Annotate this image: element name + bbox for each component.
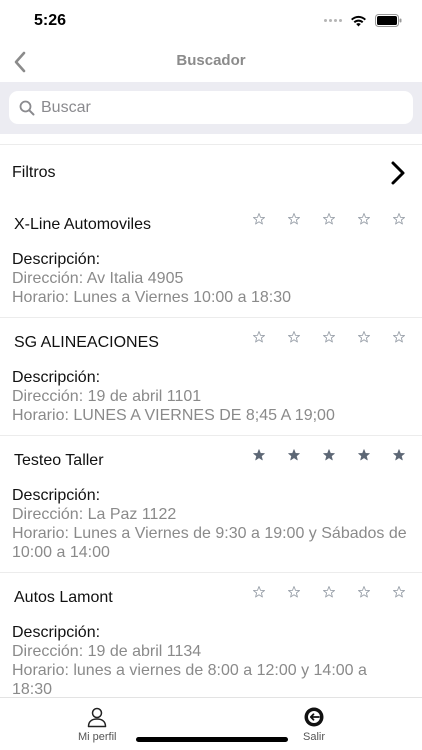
star-icon <box>288 449 300 461</box>
status-icons <box>324 14 402 27</box>
star-icon <box>288 213 300 225</box>
navigation-bar: Buscador <box>0 42 422 82</box>
star-icon <box>358 331 370 343</box>
filters-label: Filtros <box>12 164 56 181</box>
hours-text: Horario: Lunes a Viernes 10:00 a 18:30 <box>12 289 292 306</box>
list-item[interactable]: SG ALINEACIONES Descripción: Dirección: … <box>0 318 422 436</box>
cellular-signal-icon <box>324 19 342 22</box>
address-text: Dirección: La Paz 1122 <box>12 506 177 523</box>
tab-profile[interactable]: Mi perfil <box>78 706 117 743</box>
logout-icon <box>304 707 324 727</box>
star-icon <box>393 213 405 225</box>
search-input[interactable] <box>41 98 401 117</box>
wifi-icon <box>351 15 366 26</box>
user-icon <box>88 707 107 728</box>
hours-text: Horario: Lunes a Viernes de 9:30 a 19:00… <box>12 525 407 561</box>
star-icon <box>358 449 370 461</box>
page-title: Buscador <box>176 52 246 69</box>
description-label: Descripción: <box>12 369 101 386</box>
tab-logout[interactable]: Salir <box>303 706 325 743</box>
workshop-description: Descripción: Dirección: La Paz 1122 Hora… <box>12 486 410 562</box>
star-icon <box>253 586 265 598</box>
tab-bar: Mi perfil Salir <box>0 697 422 750</box>
home-indicator <box>136 737 288 742</box>
star-icon <box>358 213 370 225</box>
star-icon <box>288 586 300 598</box>
list-item[interactable]: X-Line Automoviles Descripción: Direcció… <box>0 200 422 318</box>
chevron-right-icon <box>391 161 405 185</box>
description-label: Descripción: <box>12 624 101 641</box>
address-text: Dirección: 19 de abril 1101 <box>12 388 202 405</box>
workshop-description: Descripción: Dirección: Av Italia 4905 H… <box>12 250 410 307</box>
star-icon <box>393 331 405 343</box>
filters-row[interactable]: Filtros <box>0 144 422 200</box>
star-icon <box>323 331 335 343</box>
hours-text: Horario: lunes a viernes de 8:00 a 12:00… <box>12 662 367 698</box>
description-label: Descripción: <box>12 487 101 504</box>
star-rating <box>252 448 406 462</box>
star-rating <box>252 212 406 226</box>
search-icon <box>19 100 35 115</box>
search-field[interactable] <box>9 91 413 124</box>
tab-logout-label: Salir <box>303 731 326 743</box>
workshop-description: Descripción: Dirección: 19 de abril 1134… <box>12 623 410 699</box>
workshop-description: Descripción: Dirección: 19 de abril 1101… <box>12 368 410 425</box>
star-rating <box>252 330 406 344</box>
list-item[interactable]: Testeo Taller Descripción: Dirección: La… <box>0 436 422 573</box>
status-bar: 5:26 <box>0 0 422 42</box>
tab-profile-label: Mi perfil <box>78 731 117 743</box>
star-icon <box>253 449 265 461</box>
star-icon <box>253 213 265 225</box>
star-icon <box>358 586 370 598</box>
search-area <box>0 82 422 134</box>
status-time: 5:26 <box>34 12 67 29</box>
star-rating <box>252 585 406 599</box>
battery-icon <box>375 14 402 27</box>
address-text: Dirección: 19 de abril 1134 <box>12 643 202 660</box>
star-icon <box>393 449 405 461</box>
results-list: X-Line Automoviles Descripción: Direcció… <box>0 200 422 710</box>
address-text: Dirección: Av Italia 4905 <box>12 270 184 287</box>
star-icon <box>323 586 335 598</box>
description-label: Descripción: <box>12 251 101 268</box>
star-icon <box>323 213 335 225</box>
list-item[interactable]: Autos Lamont Descripción: Dirección: 19 … <box>0 573 422 710</box>
star-icon <box>393 586 405 598</box>
star-icon <box>253 331 265 343</box>
hours-text: Horario: LUNES A VIERNES DE 8;45 A 19;00 <box>12 407 335 424</box>
star-icon <box>288 331 300 343</box>
star-icon <box>323 449 335 461</box>
